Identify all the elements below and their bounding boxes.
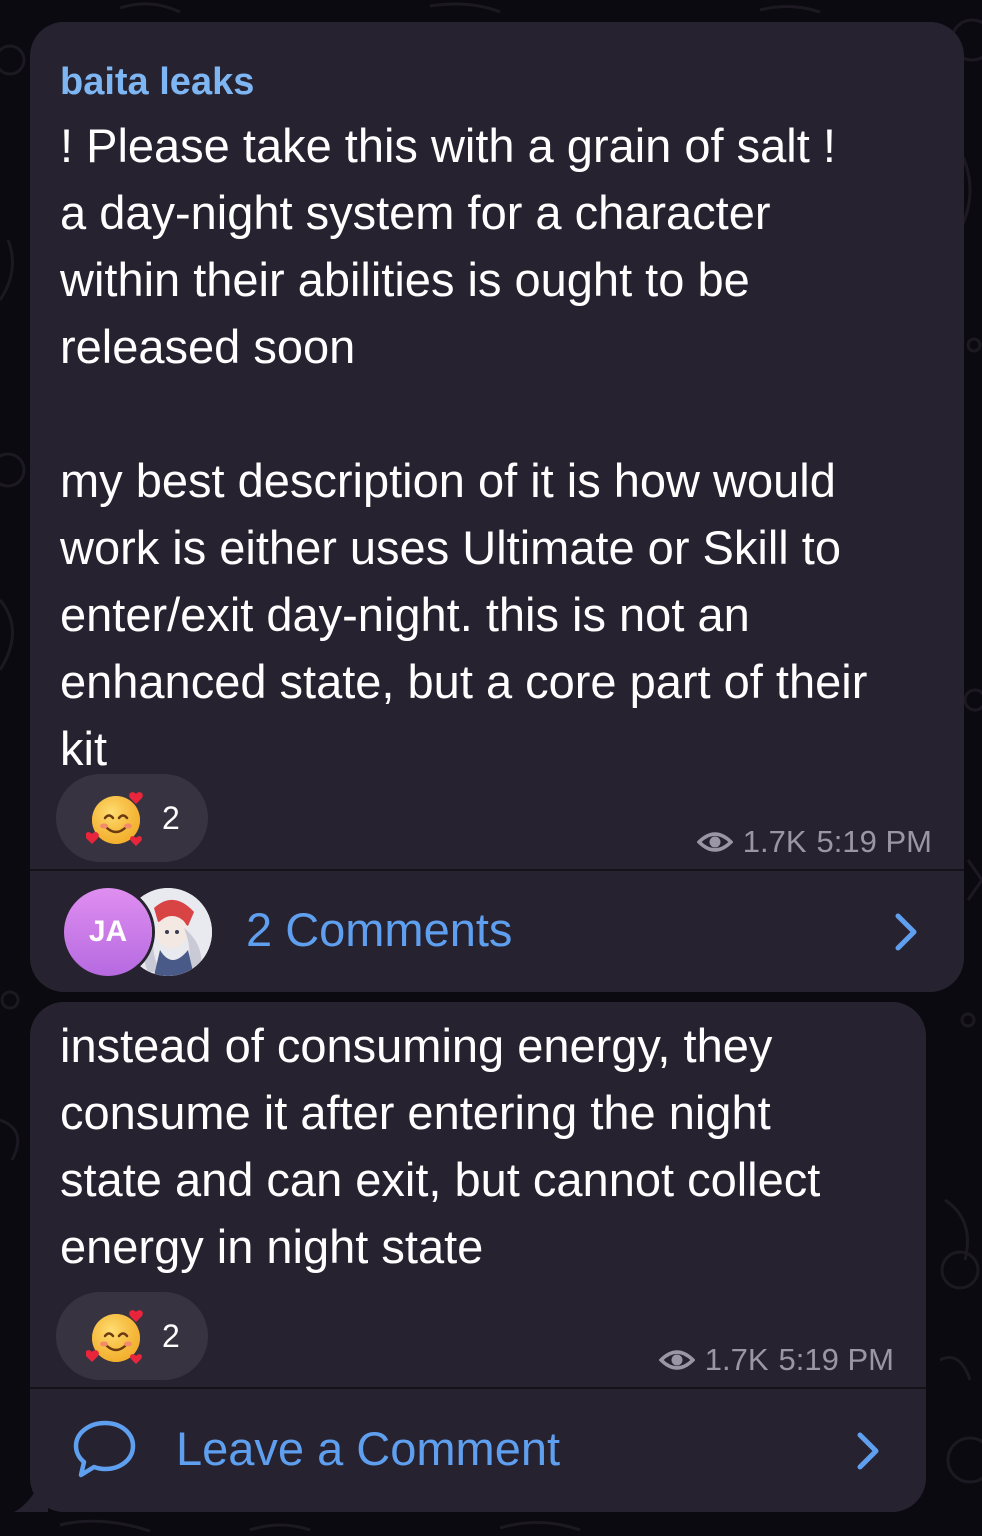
reaction-chip[interactable]: 2: [56, 774, 208, 862]
post-text-line: within their abilities is ought to be: [60, 253, 750, 306]
post-text: instead of consuming energy, they consum…: [60, 1012, 820, 1280]
smiling-face-with-hearts-emoji: [86, 1310, 143, 1364]
bubble-tail: [14, 1490, 48, 1512]
post-meta: 1.7K 5:19 PM: [696, 822, 932, 862]
eye-icon: [696, 832, 733, 852]
channel-post-1[interactable]: baita leaks ! Please take this with a gr…: [30, 22, 964, 992]
eye-icon: [658, 1350, 695, 1370]
speech-bubble-icon: [73, 1420, 136, 1478]
post-text-line: energy in night state: [60, 1220, 484, 1273]
view-count: 1.7K: [704, 1342, 769, 1377]
post-text-line: a day-night system for a character: [60, 186, 771, 239]
post-text-line: enhanced state, but a core part of their: [60, 655, 868, 708]
post-text-line: enter/exit day-night. this is not an: [60, 588, 750, 641]
post-time: 5:19 PM: [816, 824, 932, 859]
post-text-line: [60, 380, 867, 447]
channel-name[interactable]: baita leaks: [60, 60, 254, 104]
post-text-line: consume it after entering the night: [60, 1086, 771, 1139]
chevron-right-icon: [895, 913, 917, 951]
view-count: 1.7K: [742, 824, 807, 859]
post-text-line: state and can exit, but cannot collect: [60, 1153, 821, 1206]
leave-comment-button[interactable]: Leave a Comment: [30, 1389, 926, 1512]
channel-post-2[interactable]: instead of consuming energy, they consum…: [30, 1002, 926, 1512]
post-text: ! Please take this with a grain of salt …: [60, 112, 867, 782]
post-text-line: work is either uses Ultimate or Skill to: [60, 521, 841, 574]
smiling-face-with-hearts-emoji: [86, 792, 143, 846]
post-text-line: released soon: [60, 320, 356, 373]
commenter-avatar-initials: JA: [64, 888, 152, 976]
reaction-count: 2: [162, 800, 180, 836]
reaction-count: 2: [162, 1318, 180, 1354]
comments-button[interactable]: JA 2 Comments: [30, 870, 964, 992]
leave-comment-label[interactable]: Leave a Comment: [176, 1421, 560, 1477]
post-text-line: ! Please take this with a grain of salt …: [60, 119, 836, 172]
reaction-chip[interactable]: 2: [56, 1292, 208, 1380]
post-time: 5:19 PM: [778, 1342, 894, 1377]
post-meta: 1.7K 5:19 PM: [658, 1340, 894, 1380]
chevron-right-icon: [857, 1432, 879, 1470]
post-text-line: my best description of it is how would: [60, 454, 836, 507]
post-text-line: kit: [60, 722, 107, 775]
comments-count-label[interactable]: 2 Comments: [246, 902, 512, 958]
post-text-line: instead of consuming energy, they: [60, 1019, 773, 1072]
